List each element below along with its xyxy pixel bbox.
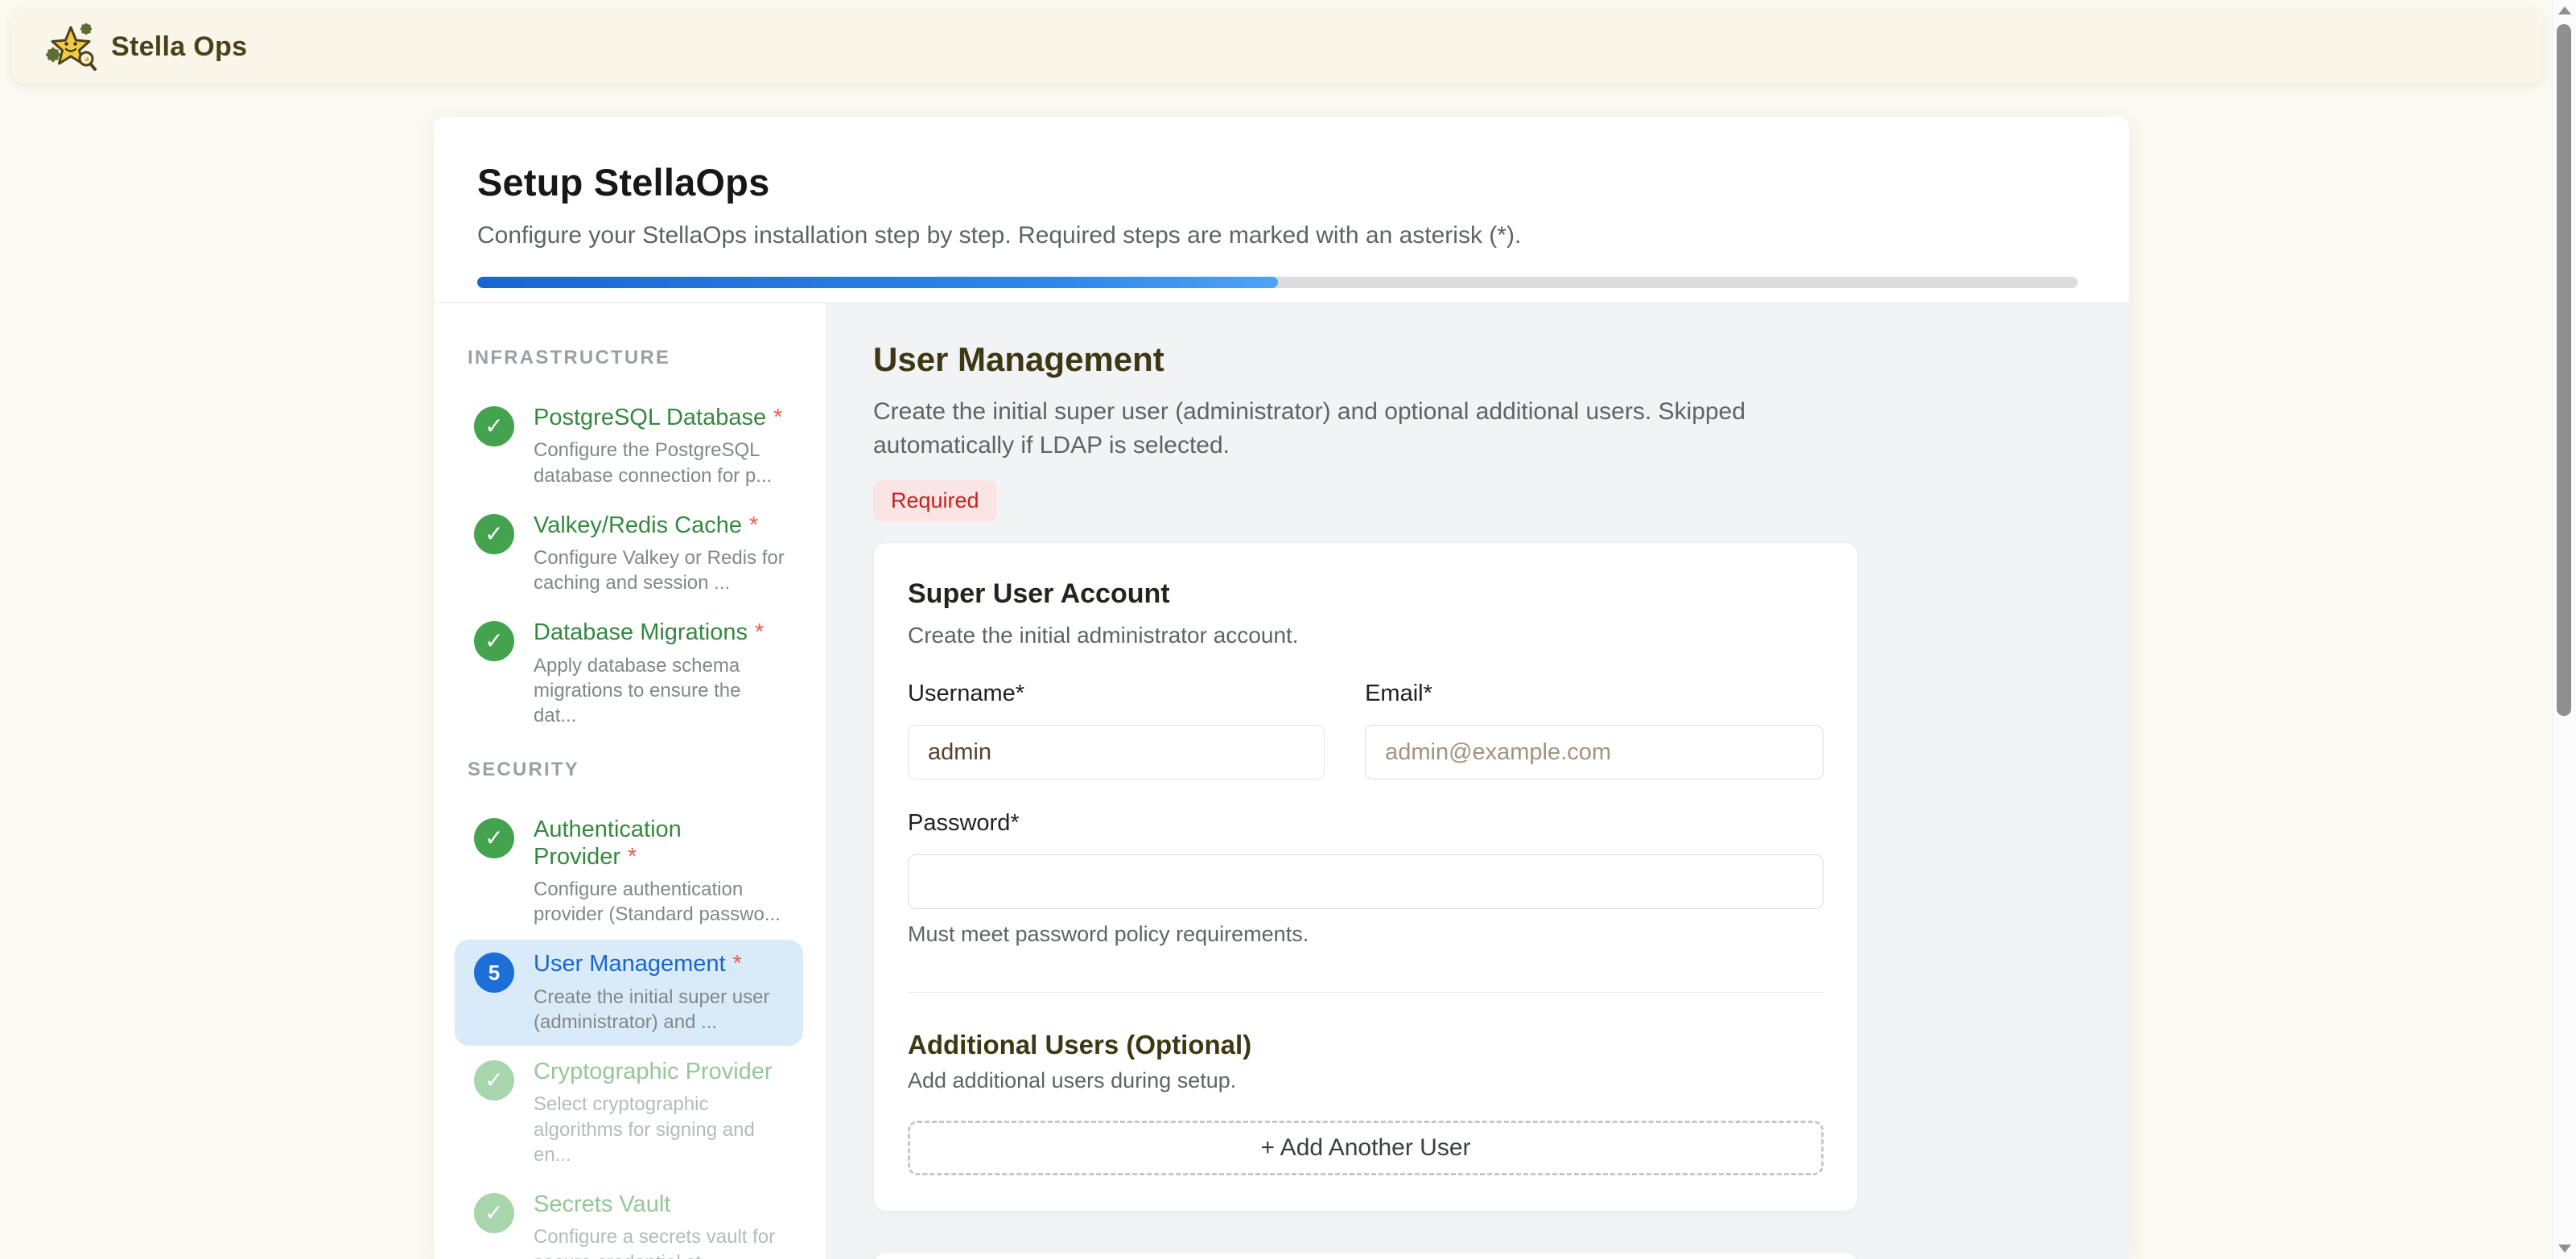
required-asterisk: * (733, 951, 742, 977)
step-description: Apply database schema migrations to ensu… (534, 653, 787, 729)
add-another-user-button[interactable]: + Add Another User (908, 1121, 1824, 1175)
email-field-group: Email* (1365, 681, 1824, 780)
page-subtitle: Configure your StellaOps installation st… (477, 222, 2078, 249)
scroll-down-icon[interactable] (2558, 1245, 2571, 1253)
email-input[interactable] (1365, 725, 1824, 780)
email-label: Email* (1365, 681, 1824, 707)
scrollbar-thumb[interactable] (2557, 24, 2571, 716)
password-hint: Must meet password policy requirements. (908, 922, 1824, 947)
step-content: User Management Create the initial super… (826, 303, 2129, 1259)
step-number-icon: 5 (474, 952, 514, 993)
step-heading: User Management (873, 340, 2081, 379)
check-circle-icon: ✓ (474, 1060, 514, 1101)
sidebar-item-valkey-redis-cache[interactable]: ✓ Valkey/Redis Cache* Configure Valkey o… (455, 501, 803, 607)
required-asterisk: * (755, 619, 764, 645)
section-divider (908, 992, 1824, 993)
super-user-card-title: Super User Account (908, 578, 1824, 610)
step-description: Create the initial super user (administr… (534, 985, 787, 1035)
step-description: Configure the PostgreSQL database connec… (534, 438, 787, 488)
step-description-text: Create the initial super user (administr… (873, 395, 1758, 463)
setup-header: Setup StellaOps Configure your StellaOps… (434, 117, 2129, 288)
username-label: Username* (908, 681, 1325, 707)
check-circle-icon: ✓ (474, 621, 514, 661)
page-title: Setup StellaOps (477, 160, 2078, 204)
required-asterisk: * (773, 405, 782, 430)
additional-users-subtitle: Add additional users during setup. (908, 1068, 1824, 1093)
brand-title: Stella Ops (111, 31, 247, 63)
setup-panel: Setup StellaOps Configure your StellaOps… (434, 117, 2129, 1259)
username-field-group: Username* (908, 681, 1325, 780)
progress-bar (477, 277, 2078, 288)
scroll-up-icon[interactable] (2558, 6, 2571, 14)
step-description: Configure authentication provider (Stand… (534, 877, 787, 927)
sidebar-item-cryptographic-provider[interactable]: ✓ Cryptographic Provider Select cryptogr… (455, 1047, 803, 1179)
password-label: Password* (908, 810, 1824, 837)
check-circle-icon: ✓ (474, 818, 514, 858)
check-circle-icon: ✓ (474, 1193, 514, 1233)
sidebar-item-user-management[interactable]: 5 User Management* Create the initial su… (455, 940, 803, 1046)
vertical-scrollbar[interactable] (2552, 0, 2576, 1259)
validation-checks-card: Validation Checks exists Check passed (873, 1252, 1858, 1259)
step-description: Select cryptographic algorithms for sign… (534, 1092, 787, 1167)
check-circle-icon: ✓ (474, 406, 514, 446)
section-label-infrastructure: INFRASTRUCTURE (468, 347, 803, 369)
additional-users-title: Additional Users (Optional) (908, 1030, 1824, 1060)
required-asterisk: * (749, 512, 758, 538)
required-asterisk: * (628, 844, 637, 870)
check-circle-icon: ✓ (474, 514, 514, 554)
sidebar-item-authentication-provider[interactable]: ✓ Authentication Provider* Configure aut… (455, 805, 803, 938)
super-user-card-subtitle: Create the initial administrator account… (908, 623, 1824, 648)
step-description: Configure a secrets vault for secure cre… (534, 1224, 787, 1259)
username-input[interactable] (908, 725, 1325, 780)
sidebar-item-database-migrations[interactable]: ✓ Database Migrations* Apply database sc… (455, 608, 803, 739)
password-field-group: Password* Must meet password policy requ… (908, 810, 1824, 947)
sidebar-item-postgresql-database[interactable]: ✓ PostgreSQL Database* Configure the Pos… (455, 393, 803, 500)
section-label-security: SECURITY (468, 759, 803, 781)
topbar: Stella Ops (11, 10, 2543, 84)
stella-logo-icon (45, 21, 97, 72)
required-badge: Required (873, 480, 997, 521)
setup-steps-sidebar: INFRASTRUCTURE ✓ PostgreSQL Database* Co… (434, 303, 826, 1259)
progress-fill (477, 277, 1278, 288)
step-description: Configure Valkey or Redis for caching an… (534, 545, 787, 595)
super-user-card: Super User Account Create the initial ad… (873, 542, 1858, 1212)
sidebar-item-secrets-vault[interactable]: ✓ Secrets Vault Configure a secrets vaul… (455, 1180, 803, 1259)
password-input[interactable] (908, 854, 1824, 909)
